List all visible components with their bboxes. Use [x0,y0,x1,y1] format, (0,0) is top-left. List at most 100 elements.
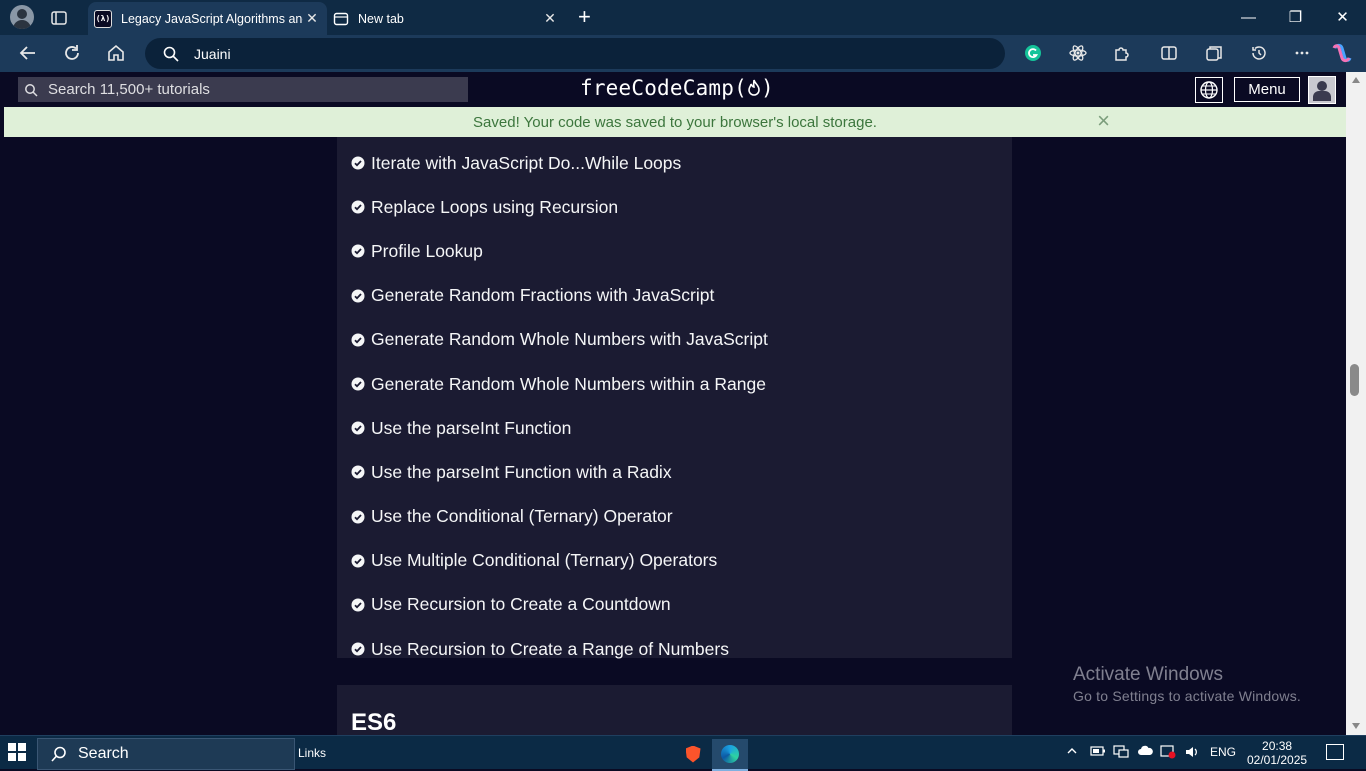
challenge-item[interactable]: Replace Loops using Recursion [351,185,768,229]
challenge-item[interactable]: Generate Random Fractions with JavaScrip… [351,274,768,318]
battery-icon[interactable] [1090,745,1106,760]
grammarly-icon[interactable] [1022,42,1044,64]
completed-check-icon [351,642,365,656]
completed-check-icon [351,598,365,612]
challenge-title: Profile Lookup [371,240,483,261]
freecodecamp-logo[interactable]: freeCodeCamp() [580,76,774,100]
completed-check-icon [351,200,365,214]
volume-icon[interactable] [1184,745,1200,762]
scroll-down-arrow-icon[interactable] [1352,723,1360,729]
address-bar[interactable]: Juaini [145,38,1005,69]
clock-time: 20:38 [1262,739,1293,753]
tab-close-icon[interactable]: ✕ [303,10,321,27]
challenge-title: Use the parseInt Function [371,417,572,438]
flame-icon [748,79,760,96]
challenge-item[interactable]: Profile Lookup [351,229,768,273]
completed-check-icon [351,333,365,347]
tab-legacy-javascript[interactable]: (λ) Legacy JavaScript Algorithms and ✕ [88,2,327,35]
scroll-up-arrow-icon[interactable] [1352,77,1360,83]
taskbar-search[interactable]: Search [37,738,295,770]
tab-title: Legacy JavaScript Algorithms and [121,11,303,26]
home-icon[interactable] [105,42,127,64]
security-alert-icon[interactable] [1160,745,1176,762]
challenge-item[interactable]: Use Recursion to Create a Countdown [351,583,768,627]
extensions-puzzle-icon[interactable] [1111,42,1133,64]
show-hidden-icons-chevron-icon[interactable] [1066,745,1078,760]
tab-close-icon[interactable]: ✕ [541,10,559,27]
taskbar-search-label: Search [78,745,129,762]
react-devtools-icon[interactable] [1067,42,1089,64]
new-tab-plus-icon[interactable]: + [578,6,591,28]
completed-check-icon [351,421,365,435]
challenge-title: Use Recursion to Create a Range of Numbe… [371,638,729,659]
challenge-item[interactable]: Use Recursion to Create a Range of Numbe… [351,627,768,671]
browser-toolbar: Juaini [0,35,1366,72]
fcc-navbar: Search 11,500+ tutorials freeCodeCamp() … [4,72,1346,107]
challenge-title: Use the Conditional (Ternary) Operator [371,506,673,527]
scroll-thumb[interactable] [1350,364,1359,396]
close-window-icon[interactable]: ✕ [1319,0,1366,34]
challenge-title: Use Recursion to Create a Countdown [371,594,671,615]
challenge-list: Iterate with JavaScript Do...While Loops… [351,141,768,671]
challenge-item[interactable]: Generate Random Whole Numbers within a R… [351,362,768,406]
split-screen-icon[interactable] [1158,42,1180,64]
challenge-item[interactable]: Use the Conditional (Ternary) Operator [351,495,768,539]
back-arrow-icon[interactable] [17,42,39,64]
tab-actions-icon[interactable] [50,9,68,27]
language-globe-icon[interactable] [1195,77,1223,103]
challenge-item[interactable]: Use the parseInt Function [351,406,768,450]
tab-title: New tab [358,11,404,26]
user-avatar[interactable] [1308,76,1336,104]
challenge-item[interactable]: Use Multiple Conditional (Ternary) Opera… [351,539,768,583]
challenge-item[interactable]: Iterate with JavaScript Do...While Loops [351,141,768,185]
challenge-item[interactable]: Generate Random Whole Numbers with JavaS… [351,318,768,362]
links-toolbar[interactable]: Links [298,746,326,760]
windows-start-icon[interactable] [8,743,26,761]
brave-browser-icon[interactable] [675,739,711,769]
logo-text: freeCodeCamp [580,76,735,100]
challenge-title: Use the parseInt Function with a Radix [371,461,672,482]
saved-flash-message: Saved! Your code was saved to your brows… [4,107,1346,137]
section-title[interactable]: ES6 [351,709,396,735]
input-language[interactable]: ENG [1210,745,1236,759]
search-icon [51,746,66,762]
flash-text: Saved! Your code was saved to your brows… [473,113,877,131]
completed-check-icon [351,510,365,524]
challenge-title: Generate Random Whole Numbers with JavaS… [371,329,768,350]
challenge-list-block: Iterate with JavaScript Do...While Loops… [337,137,1012,659]
challenge-item[interactable]: Use the parseInt Function with a Radix [351,450,768,494]
collections-icon[interactable] [1203,42,1225,64]
es6-section-block: ES6 [337,685,1012,735]
menu-button[interactable]: Menu [1234,77,1300,102]
completed-check-icon [351,289,365,303]
challenge-title: Replace Loops using Recursion [371,196,619,217]
browser-tab-strip: (λ) Legacy JavaScript Algorithms and ✕ N… [0,0,1366,35]
minimize-icon[interactable]: — [1225,0,1272,34]
challenge-title: Iterate with JavaScript Do...While Loops [371,152,682,173]
activate-windows-watermark: Activate Windows Go to Settings to activ… [1073,664,1301,704]
watermark-line2: Go to Settings to activate Windows. [1073,688,1301,704]
history-icon[interactable] [1248,42,1270,64]
search-icon [25,83,38,97]
completed-check-icon [351,244,365,258]
flash-close-icon[interactable]: × [1097,110,1110,132]
refresh-icon[interactable] [61,42,83,64]
copilot-icon[interactable] [1331,42,1353,64]
page-scrollbar[interactable] [1346,72,1366,735]
edge-browser-icon[interactable] [712,739,748,771]
address-text: Juaini [194,45,231,62]
completed-check-icon [351,465,365,479]
freecodecamp-favicon-icon: (λ) [94,9,112,28]
profile-avatar[interactable] [10,5,34,29]
onedrive-cloud-icon[interactable] [1137,745,1153,760]
network-icon[interactable] [1113,745,1129,762]
tutorial-search-input[interactable]: Search 11,500+ tutorials [18,77,468,102]
restore-icon[interactable]: ❐ [1272,0,1319,34]
more-options-icon[interactable] [1291,42,1313,64]
completed-check-icon [351,156,365,170]
window-controls: — ❐ ✕ [1225,0,1366,34]
notification-center-icon[interactable] [1326,744,1344,760]
watermark-line1: Activate Windows [1073,664,1223,685]
tab-new-tab[interactable]: New tab ✕ [327,2,565,35]
system-clock[interactable]: 20:38 02/01/2025 [1247,739,1307,767]
